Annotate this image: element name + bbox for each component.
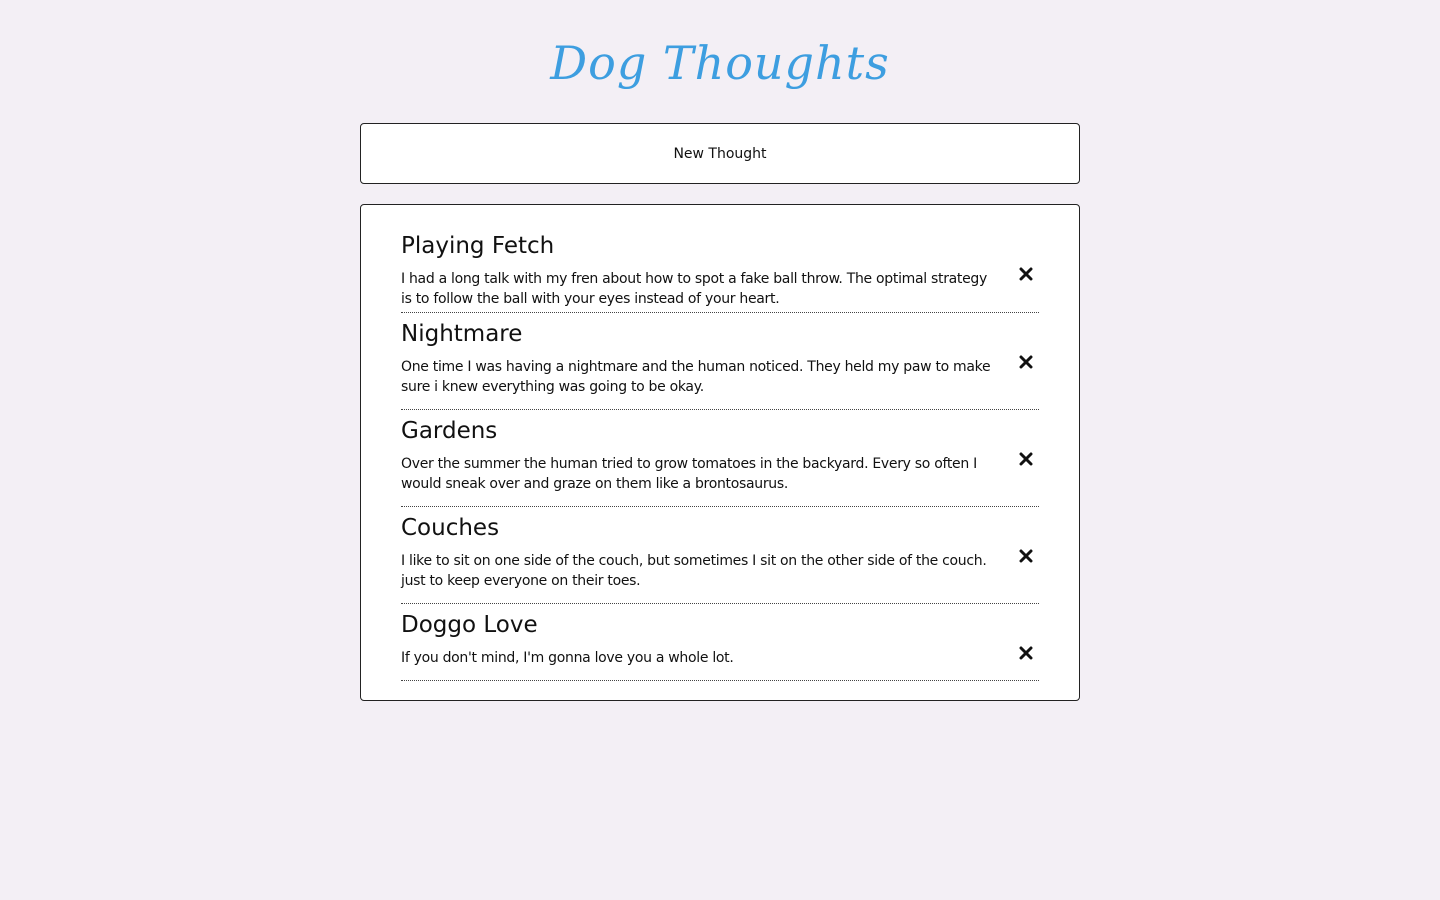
thought-title: Couches [401,515,500,541]
thought-body: I like to sit on one side of the couch, … [401,553,987,589]
thought-body: If you don't mind, I'm gonna love you a … [401,650,734,666]
delete-thought-button[interactable] [1017,450,1035,468]
delete-thought-button[interactable] [1017,547,1035,565]
thought-title: Playing Fetch [401,233,555,259]
thought-item: Doggo Love If you don't mind, I'm gonna … [401,604,1039,681]
close-icon [1019,549,1033,563]
close-icon [1019,355,1033,369]
thought-item: Nightmare One time I was having a nightm… [401,313,1039,410]
new-thought-button[interactable]: New Thought [360,123,1080,184]
thought-title: Doggo Love [401,612,538,638]
close-icon [1019,646,1033,660]
delete-thought-button[interactable] [1017,353,1035,371]
thought-title: Nightmare [401,321,523,347]
thought-body: One time I was having a nightmare and th… [401,359,991,395]
thought-item: Gardens Over the summer the human tried … [401,410,1039,507]
close-icon [1019,267,1033,281]
thought-body: I had a long talk with my fren about how… [401,271,988,307]
delete-thought-button[interactable] [1017,644,1035,662]
thoughts-list: Playing Fetch I had a long talk with my … [360,204,1080,701]
thought-body: Over the summer the human tried to grow … [401,456,977,492]
delete-thought-button[interactable] [1017,265,1035,283]
app-logo: Dog Thoughts [550,36,890,90]
thought-item: Couches I like to sit on one side of the… [401,507,1039,604]
thought-title: Gardens [401,418,498,444]
close-icon [1019,452,1033,466]
thought-item: Playing Fetch I had a long talk with my … [401,225,1039,313]
